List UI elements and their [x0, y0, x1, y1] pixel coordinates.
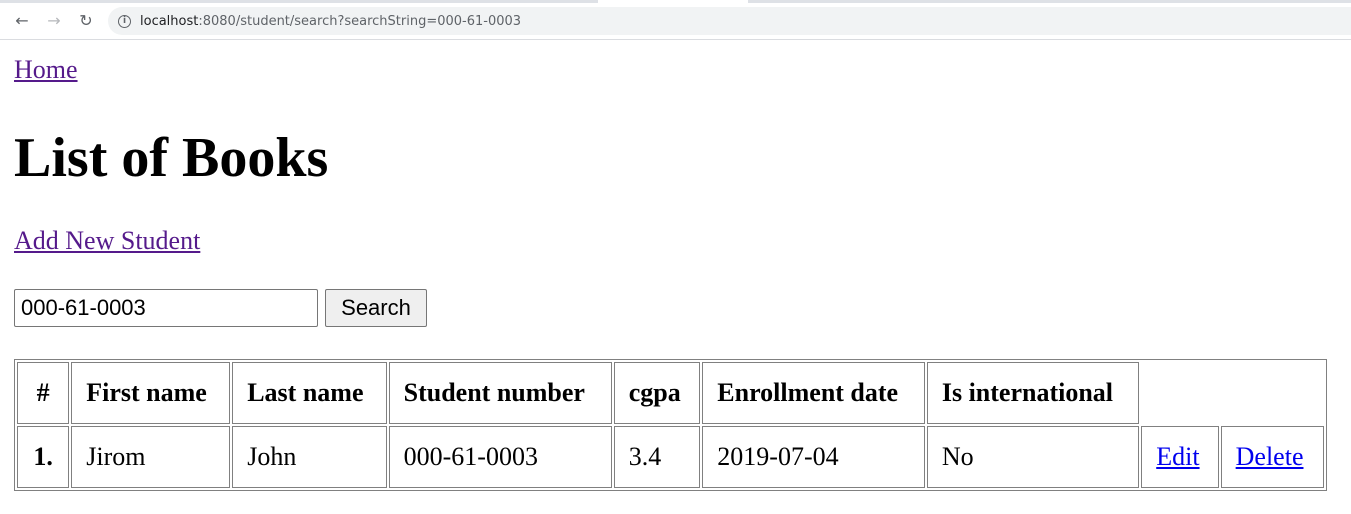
cell-first-name: Jirom — [71, 426, 231, 488]
browser-toolbar: ← → ↻ i localhost:8080/student/search?se… — [0, 0, 1351, 40]
cell-enrollment-date: 2019-07-04 — [702, 426, 925, 488]
search-input[interactable] — [14, 289, 318, 327]
header-is-international: Is international — [926, 362, 1140, 424]
header-enrollment-date: Enrollment date — [702, 362, 925, 424]
table-header-row: # First name Last name Student number cg… — [17, 362, 1324, 424]
cell-cgpa: 3.4 — [613, 426, 701, 488]
address-bar[interactable]: i localhost:8080/student/search?searchSt… — [108, 7, 1351, 35]
info-icon[interactable]: i — [118, 14, 131, 28]
header-last-name: Last name — [232, 362, 387, 424]
home-link[interactable]: Home — [14, 54, 78, 86]
row-index: 1. — [17, 426, 70, 488]
header-index: # — [17, 362, 70, 424]
cell-last-name: John — [232, 426, 387, 488]
cell-is-international: No — [926, 426, 1140, 488]
page-title: List of Books — [14, 127, 329, 189]
back-arrow-icon[interactable]: ← — [12, 10, 32, 30]
students-table: # First name Last name Student number cg… — [14, 359, 1327, 491]
header-actions — [1141, 362, 1324, 424]
add-new-student-link[interactable]: Add New Student — [14, 225, 200, 257]
edit-link[interactable]: Edit — [1156, 442, 1199, 471]
tab-strip — [0, 0, 1351, 3]
header-cgpa: cgpa — [613, 362, 701, 424]
search-button[interactable]: Search — [325, 289, 427, 327]
header-student-number: Student number — [388, 362, 612, 424]
reload-icon[interactable]: ↻ — [76, 10, 96, 30]
forward-arrow-icon[interactable]: → — [44, 10, 64, 30]
delete-link[interactable]: Delete — [1236, 442, 1304, 471]
cell-edit: Edit — [1141, 426, 1219, 488]
cell-delete: Delete — [1220, 426, 1324, 488]
table-row: 1. Jirom John 000-61-0003 3.4 2019-07-04… — [17, 426, 1324, 488]
cell-student-number: 000-61-0003 — [388, 426, 612, 488]
url-text[interactable]: localhost:8080/student/search?searchStri… — [140, 14, 521, 29]
header-first-name: First name — [71, 362, 231, 424]
